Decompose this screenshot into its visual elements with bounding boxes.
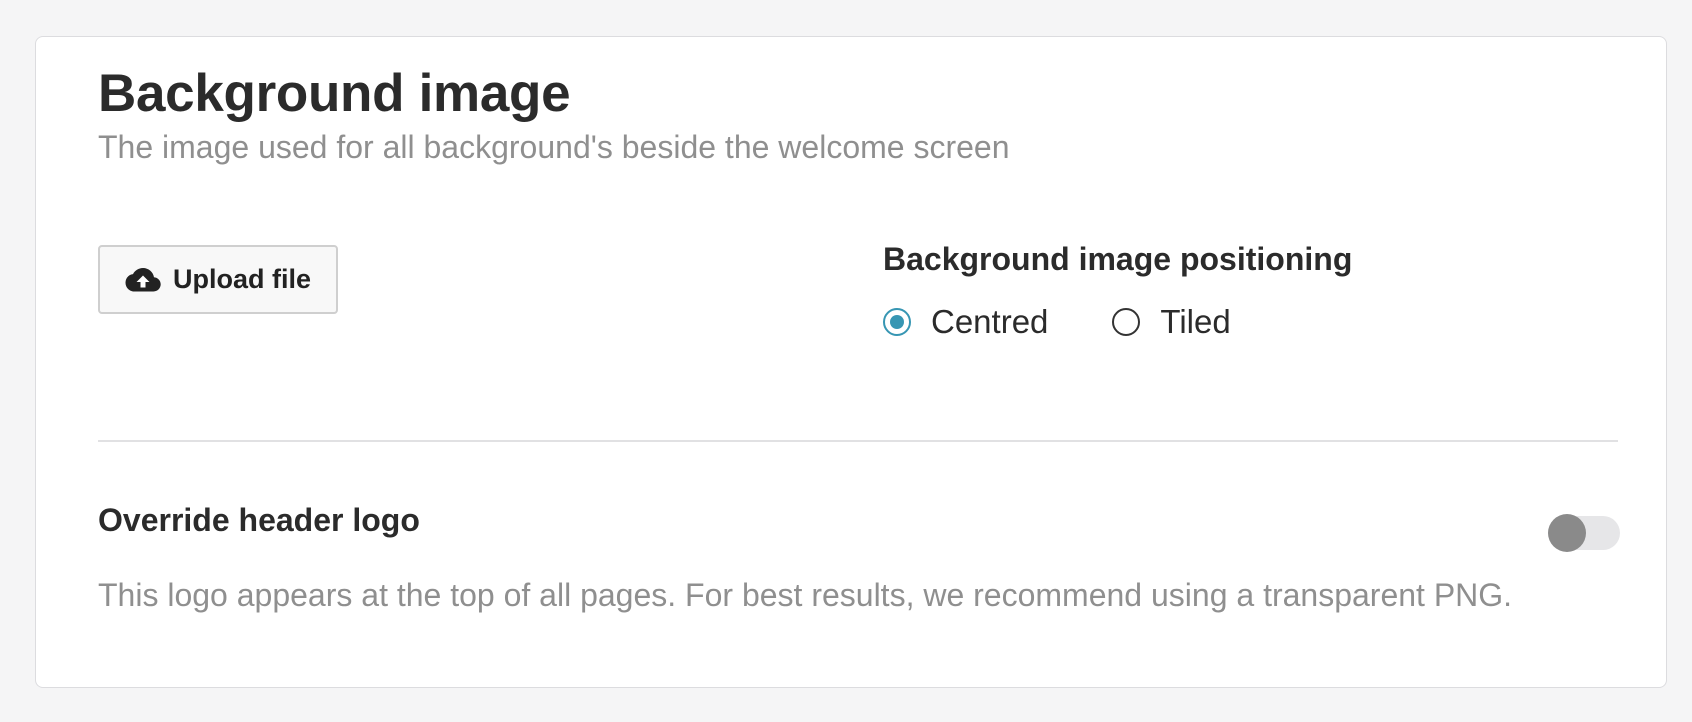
override-header-logo-title: Override header logo <box>98 502 420 538</box>
background-image-subtitle: The image used for all background's besi… <box>98 129 1010 165</box>
positioning-radio-group: Centred Tiled <box>883 303 1231 341</box>
override-logo-toggle[interactable] <box>1548 514 1620 552</box>
positioning-title: Background image positioning <box>883 241 1353 277</box>
radio-option-centred[interactable]: Centred <box>883 303 1048 341</box>
override-logo-description: This logo appears at the top of all page… <box>98 577 1513 613</box>
background-image-title: Background image <box>98 64 571 123</box>
toggle-knob <box>1548 514 1586 552</box>
upload-file-label: Upload file <box>172 264 311 294</box>
radio-label-centred: Centred <box>931 303 1049 340</box>
upload-file-button[interactable]: Upload file <box>98 245 338 314</box>
radio-option-tiled[interactable]: Tiled <box>1112 303 1231 341</box>
radio-selected-icon[interactable] <box>883 308 911 336</box>
section-divider <box>98 440 1618 442</box>
radio-unselected-icon[interactable] <box>1112 308 1141 336</box>
radio-label-tiled: Tiled <box>1160 303 1231 340</box>
cloud-upload-icon <box>125 266 161 294</box>
settings-card: Background image The image used for all … <box>35 36 1667 688</box>
